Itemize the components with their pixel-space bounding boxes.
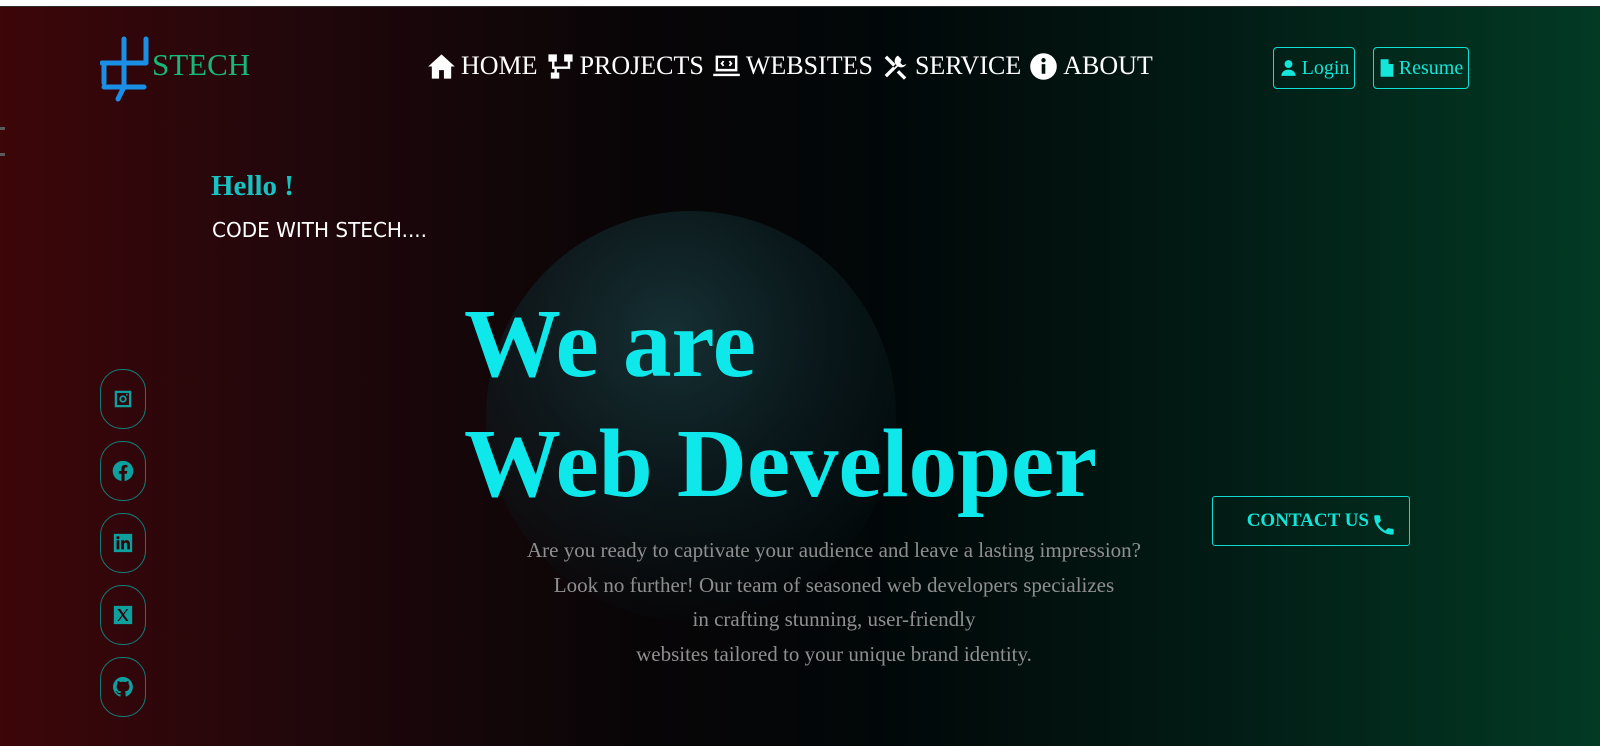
linkedin-link[interactable] xyxy=(100,513,146,573)
nav-service[interactable]: SERVICE xyxy=(881,51,1021,81)
github-link[interactable] xyxy=(100,657,146,717)
tagline: CODE WITH STECH.... xyxy=(212,218,428,242)
instagram-icon xyxy=(114,390,132,408)
description-line: websites tailored to your unique brand i… xyxy=(636,641,1032,666)
hero-description: Are you ready to captivate your audience… xyxy=(434,533,1234,671)
facebook-link[interactable] xyxy=(100,441,146,501)
linkedin-icon xyxy=(113,533,133,553)
nav-home[interactable]: HOME xyxy=(427,51,538,81)
laptop-code-icon xyxy=(713,55,740,76)
contact-us-button[interactable]: CONTACT US xyxy=(1212,496,1410,546)
brand-logo[interactable]: STECH xyxy=(99,33,250,103)
nav-label: SERVICE xyxy=(914,51,1022,80)
home-icon xyxy=(428,53,455,79)
description-line: Are you ready to captivate your audience… xyxy=(526,538,1141,562)
x-twitter-link[interactable] xyxy=(100,585,146,645)
swastika-logo-icon xyxy=(99,36,149,102)
nav-label: WEBSITES xyxy=(745,51,873,80)
nav-projects[interactable]: PROJECTS xyxy=(546,51,704,81)
tools-icon xyxy=(884,55,907,80)
headline-line-2: Web Developer xyxy=(464,410,1098,517)
nav-label: PROJECTS xyxy=(579,51,704,80)
nav-label: HOME xyxy=(461,51,538,80)
phone-icon xyxy=(1374,515,1394,535)
instagram-link[interactable] xyxy=(100,369,146,429)
github-icon xyxy=(112,676,133,697)
nav-about[interactable]: ABOUT xyxy=(1029,51,1153,81)
edge-marker xyxy=(0,127,5,130)
description-line: in crafting stunning, user-friendly xyxy=(692,607,976,631)
facebook-icon xyxy=(112,460,134,481)
nav-label: ABOUT xyxy=(1063,51,1153,80)
headline-line-1: We are xyxy=(464,290,756,397)
greeting: Hello ! xyxy=(211,170,294,202)
nav-websites[interactable]: WEBSITES xyxy=(712,51,873,81)
page: STECH HOME PROJECTS WEBSITES SERVICE ABO… xyxy=(0,6,1600,746)
resume-label: Resume xyxy=(1398,56,1464,79)
contact-label: CONTACT US xyxy=(1246,510,1369,531)
info-circle-icon xyxy=(1030,52,1057,80)
main-nav: HOME PROJECTS WEBSITES SERVICE ABOUT xyxy=(427,51,1161,81)
resume-button[interactable]: Resume xyxy=(1373,47,1469,89)
login-button[interactable]: Login xyxy=(1273,47,1355,89)
edge-marker xyxy=(0,153,5,156)
login-label: Login xyxy=(1301,56,1350,79)
brand-name: STECH xyxy=(152,47,251,82)
user-icon xyxy=(1280,60,1296,76)
description-line: Look no further! Our team of seasoned we… xyxy=(553,572,1115,597)
file-icon xyxy=(1380,59,1394,77)
x-twitter-icon xyxy=(113,605,133,625)
sitemap-icon xyxy=(547,53,573,79)
